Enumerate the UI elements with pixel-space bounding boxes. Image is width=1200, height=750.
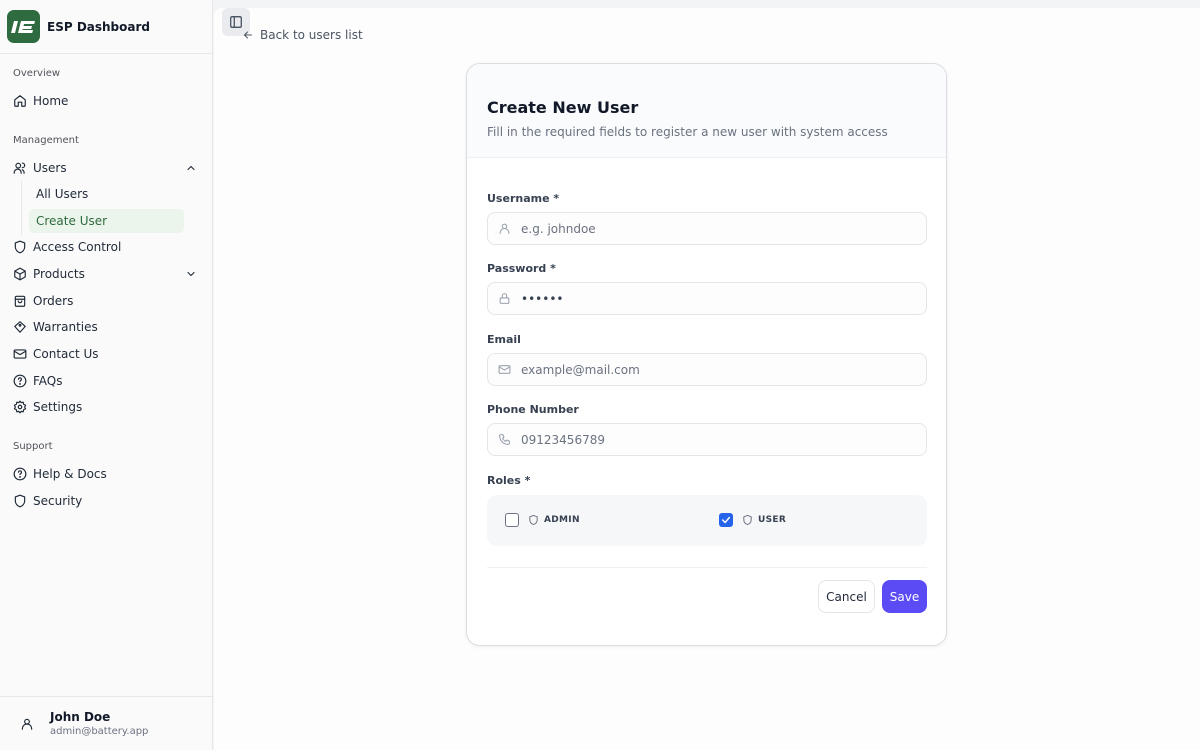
email-label: Email [487,333,521,346]
email-input[interactable] [521,362,901,377]
sidebar-item-access-control[interactable]: Access Control [8,235,203,259]
sidebar-toggle-icon [230,16,242,28]
sidebar-item-label: Warranties [33,320,98,334]
page-title: Create New User [487,98,639,117]
sidebar-item-label: Orders [33,294,74,308]
sidebar-item-label: Users [33,161,67,175]
shield-icon [528,514,539,526]
sidebar-item-contact-us[interactable]: Contact Us [8,342,203,366]
help-circle-icon [13,467,27,481]
cancel-button[interactable]: Cancel [818,580,875,613]
page-subtitle: Fill in the required fields to register … [487,125,888,139]
shield-icon [13,240,27,254]
card-header: Create New User Fill in the required fie… [467,64,946,158]
role-user-label: USER [758,515,787,525]
password-field[interactable] [487,282,927,315]
brand-header: ESP Dashboard [0,0,212,54]
email-field[interactable] [487,353,927,386]
user-email: admin@battery.app [50,726,149,737]
avatar [18,715,36,733]
sidebar-item-products[interactable]: Products [8,262,203,286]
chevron-up-icon [187,165,195,171]
brand-title: ESP Dashboard [47,19,150,34]
sidebar: ESP Dashboard Overview Home Management U… [0,0,213,750]
sidebar-item-security[interactable]: Security [8,489,203,513]
user-menu[interactable]: John Doe admin@battery.app [0,696,212,750]
sidebar-item-label: FAQs [33,374,63,388]
form-divider [487,567,927,568]
shield-icon [13,494,27,508]
role-option-admin[interactable]: ADMIN [505,513,580,527]
roles-group: ADMIN USER [487,495,927,546]
users-icon [13,161,27,175]
phone-icon [498,433,512,447]
back-link-label: Back to users list [260,28,363,42]
section-label-support: Support [13,441,53,452]
save-button[interactable]: Save [882,580,927,613]
box-icon [13,267,27,281]
tag-icon [13,320,27,334]
brand-logo-icon [10,20,35,33]
password-label: Password * [487,262,556,275]
sidebar-item-orders[interactable]: Orders [8,289,203,313]
username-label: Username * [487,192,560,205]
home-icon [13,94,27,108]
role-option-user[interactable]: USER [719,513,786,527]
sidebar-subitem-all-users[interactable]: All Users [29,182,184,206]
gear-icon [13,400,27,414]
shopping-bag-icon [13,294,27,308]
sidebar-item-label: Access Control [33,240,122,254]
back-to-users-link[interactable]: Back to users list [242,28,363,42]
role-admin-label: ADMIN [544,515,580,525]
user-icon [21,718,33,730]
sidebar-item-users[interactable]: Users [8,156,203,180]
sidebar-item-label: Settings [33,400,83,414]
lock-icon [498,292,512,306]
phone-input[interactable] [521,432,901,447]
sidebar-item-label: Home [33,94,69,108]
check-icon [721,516,731,524]
sidebar-item-help-docs[interactable]: Help & Docs [8,462,203,486]
sidebar-item-label: Security [33,494,83,508]
sidebar-item-label: Help & Docs [33,467,107,481]
sidebar-item-label: Products [33,267,85,281]
user-info: John Doe admin@battery.app [50,710,148,737]
phone-label: Phone Number [487,403,579,416]
user-name: John Doe [50,710,111,724]
sidebar-item-settings[interactable]: Settings [8,395,203,419]
role-user-checkbox[interactable] [719,513,733,527]
brand-logo[interactable] [7,10,40,43]
shield-icon [742,514,753,526]
section-label-overview: Overview [13,68,61,79]
sidebar-item-home[interactable]: Home [8,89,203,113]
username-field[interactable] [487,212,927,245]
phone-field[interactable] [487,423,927,456]
sidebar-item-label: Contact Us [33,347,99,361]
arrow-left-icon [244,31,252,39]
sidebar-item-warranties[interactable]: Warranties [8,315,203,339]
username-input[interactable] [521,221,901,236]
sidebar-item-faqs[interactable]: FAQs [8,369,203,393]
password-input[interactable] [521,291,901,306]
mail-icon [13,347,27,361]
subnav-line [21,181,22,235]
sidebar-subitem-create-user[interactable]: Create User [29,209,184,233]
section-label-management: Management [13,135,79,146]
chevron-down-icon [187,271,195,277]
help-circle-icon [13,374,27,388]
mail-icon [498,363,512,377]
roles-label: Roles * [487,474,531,487]
main-content: Back to users list Create New User Fill … [214,8,1200,750]
role-admin-checkbox[interactable] [505,513,519,527]
user-icon [498,222,512,236]
create-user-card: Create New User Fill in the required fie… [466,63,947,646]
